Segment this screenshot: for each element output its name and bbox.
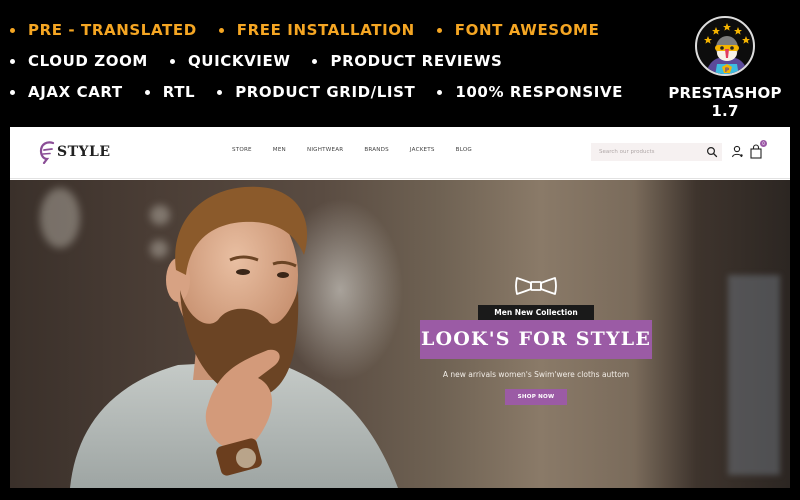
store-header: STYLE STORE MEN NIGHTWEAR BRANDS JACKETS… <box>10 127 790 179</box>
feature-label: AJAX CART <box>28 83 123 101</box>
store-logo[interactable]: STYLE <box>38 140 111 164</box>
search-bar <box>591 143 722 161</box>
nav-item-store[interactable]: STORE <box>232 147 252 153</box>
platform-badge: P PRESTASHOP 1.7 <box>655 16 795 120</box>
hero-subtitle: A new arrivals women's Swim'were cloths … <box>442 370 630 379</box>
bullet-icon <box>169 58 175 64</box>
feature-item: RTL <box>144 83 196 101</box>
feature-item: PRE - TRANSLATED <box>10 21 197 39</box>
feature-row-1: PRE - TRANSLATED FREE INSTALLATION FONT … <box>10 19 621 41</box>
store-preview: STYLE STORE MEN NIGHTWEAR BRANDS JACKETS… <box>10 127 790 488</box>
feature-item: FONT AWESOME <box>436 21 600 39</box>
feature-row-3: AJAX CART RTL PRODUCT GRID/LIST 100% RES… <box>10 81 645 103</box>
nav-item-nightwear[interactable]: NIGHTWEAR <box>307 147 343 153</box>
bow-tie-icon <box>515 277 557 295</box>
feature-label: FONT AWESOME <box>454 21 600 39</box>
shop-now-button[interactable]: SHOP NOW <box>505 389 567 405</box>
platform-version-label: PRESTASHOP 1.7 <box>668 84 782 120</box>
feature-item: AJAX CART <box>10 83 123 101</box>
search-icon[interactable] <box>706 146 718 158</box>
feature-item: 100% RESPONSIVE <box>437 83 623 101</box>
bullet-icon <box>218 27 224 33</box>
bullet-icon <box>437 89 443 95</box>
main-nav: STORE MEN NIGHTWEAR BRANDS JACKETS BLOG <box>232 147 493 153</box>
nav-item-brands[interactable]: BRANDS <box>364 147 389 153</box>
hero-model-image <box>70 186 398 488</box>
nav-item-blog[interactable]: BLOG <box>456 147 472 153</box>
hero-title: LOOK'S FOR STYLE <box>420 320 652 359</box>
bullet-icon <box>436 27 442 33</box>
background-shelf <box>728 275 780 475</box>
bullet-icon <box>10 58 15 64</box>
f-swirl-logo-icon <box>39 141 55 164</box>
hero-slider: Men New Collection LOOK'S FOR STYLE A ne… <box>10 180 790 488</box>
feature-row-2: CLOUD ZOOM QUICKVIEW PRODUCT REVIEWS <box>10 50 524 72</box>
feature-item: PRODUCT REVIEWS <box>312 52 502 70</box>
cart-count-badge: 0 <box>760 140 767 147</box>
bullet-icon <box>144 89 150 95</box>
feature-label: PRE - TRANSLATED <box>28 21 197 39</box>
prestashop-puffin-logo-icon: P <box>695 16 755 76</box>
bullet-icon <box>10 89 15 95</box>
feature-label: PRODUCT GRID/LIST <box>235 83 416 101</box>
feature-label: FREE INSTALLATION <box>236 21 415 39</box>
feature-item: PRODUCT GRID/LIST <box>217 83 415 101</box>
store-logo-text: STYLE <box>57 144 111 160</box>
user-icon[interactable] <box>731 145 744 158</box>
collection-label: Men New Collection <box>478 305 594 320</box>
bullet-icon <box>217 89 223 95</box>
svg-text:P: P <box>725 67 730 74</box>
bullet-icon <box>312 58 318 64</box>
nav-item-jackets[interactable]: JACKETS <box>410 147 435 153</box>
feature-label: RTL <box>162 83 196 101</box>
feature-label: PRODUCT REVIEWS <box>330 52 503 70</box>
cart-button[interactable]: 0 <box>749 140 767 159</box>
feature-item: QUICKVIEW <box>169 52 291 70</box>
feature-item: FREE INSTALLATION <box>218 21 415 39</box>
nav-item-men[interactable]: MEN <box>273 147 286 153</box>
hero-caption: Men New Collection LOOK'S FOR STYLE A ne… <box>420 275 652 405</box>
feature-label: 100% RESPONSIVE <box>455 83 624 101</box>
feature-label: CLOUD ZOOM <box>28 52 148 70</box>
feature-list: PRE - TRANSLATED FREE INSTALLATION FONT … <box>0 0 640 120</box>
search-input[interactable] <box>599 149 704 155</box>
bullet-icon <box>10 27 15 33</box>
feature-item: CLOUD ZOOM <box>10 52 148 70</box>
feature-label: QUICKVIEW <box>187 52 291 70</box>
